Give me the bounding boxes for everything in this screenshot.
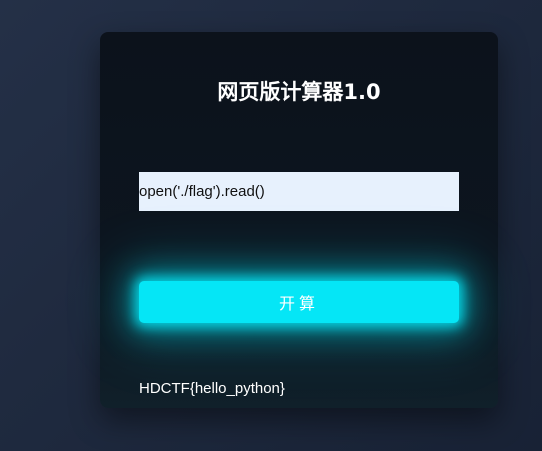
page-title: 网页版计算器1.0 <box>217 80 381 104</box>
result-text: HDCTF{hello_python} <box>139 380 285 397</box>
expression-input[interactable] <box>139 172 459 211</box>
calculate-button[interactable]: 开算 <box>139 281 459 323</box>
calculator-card: 网页版计算器1.0 开算 HDCTF{hello_python} <box>100 32 498 408</box>
